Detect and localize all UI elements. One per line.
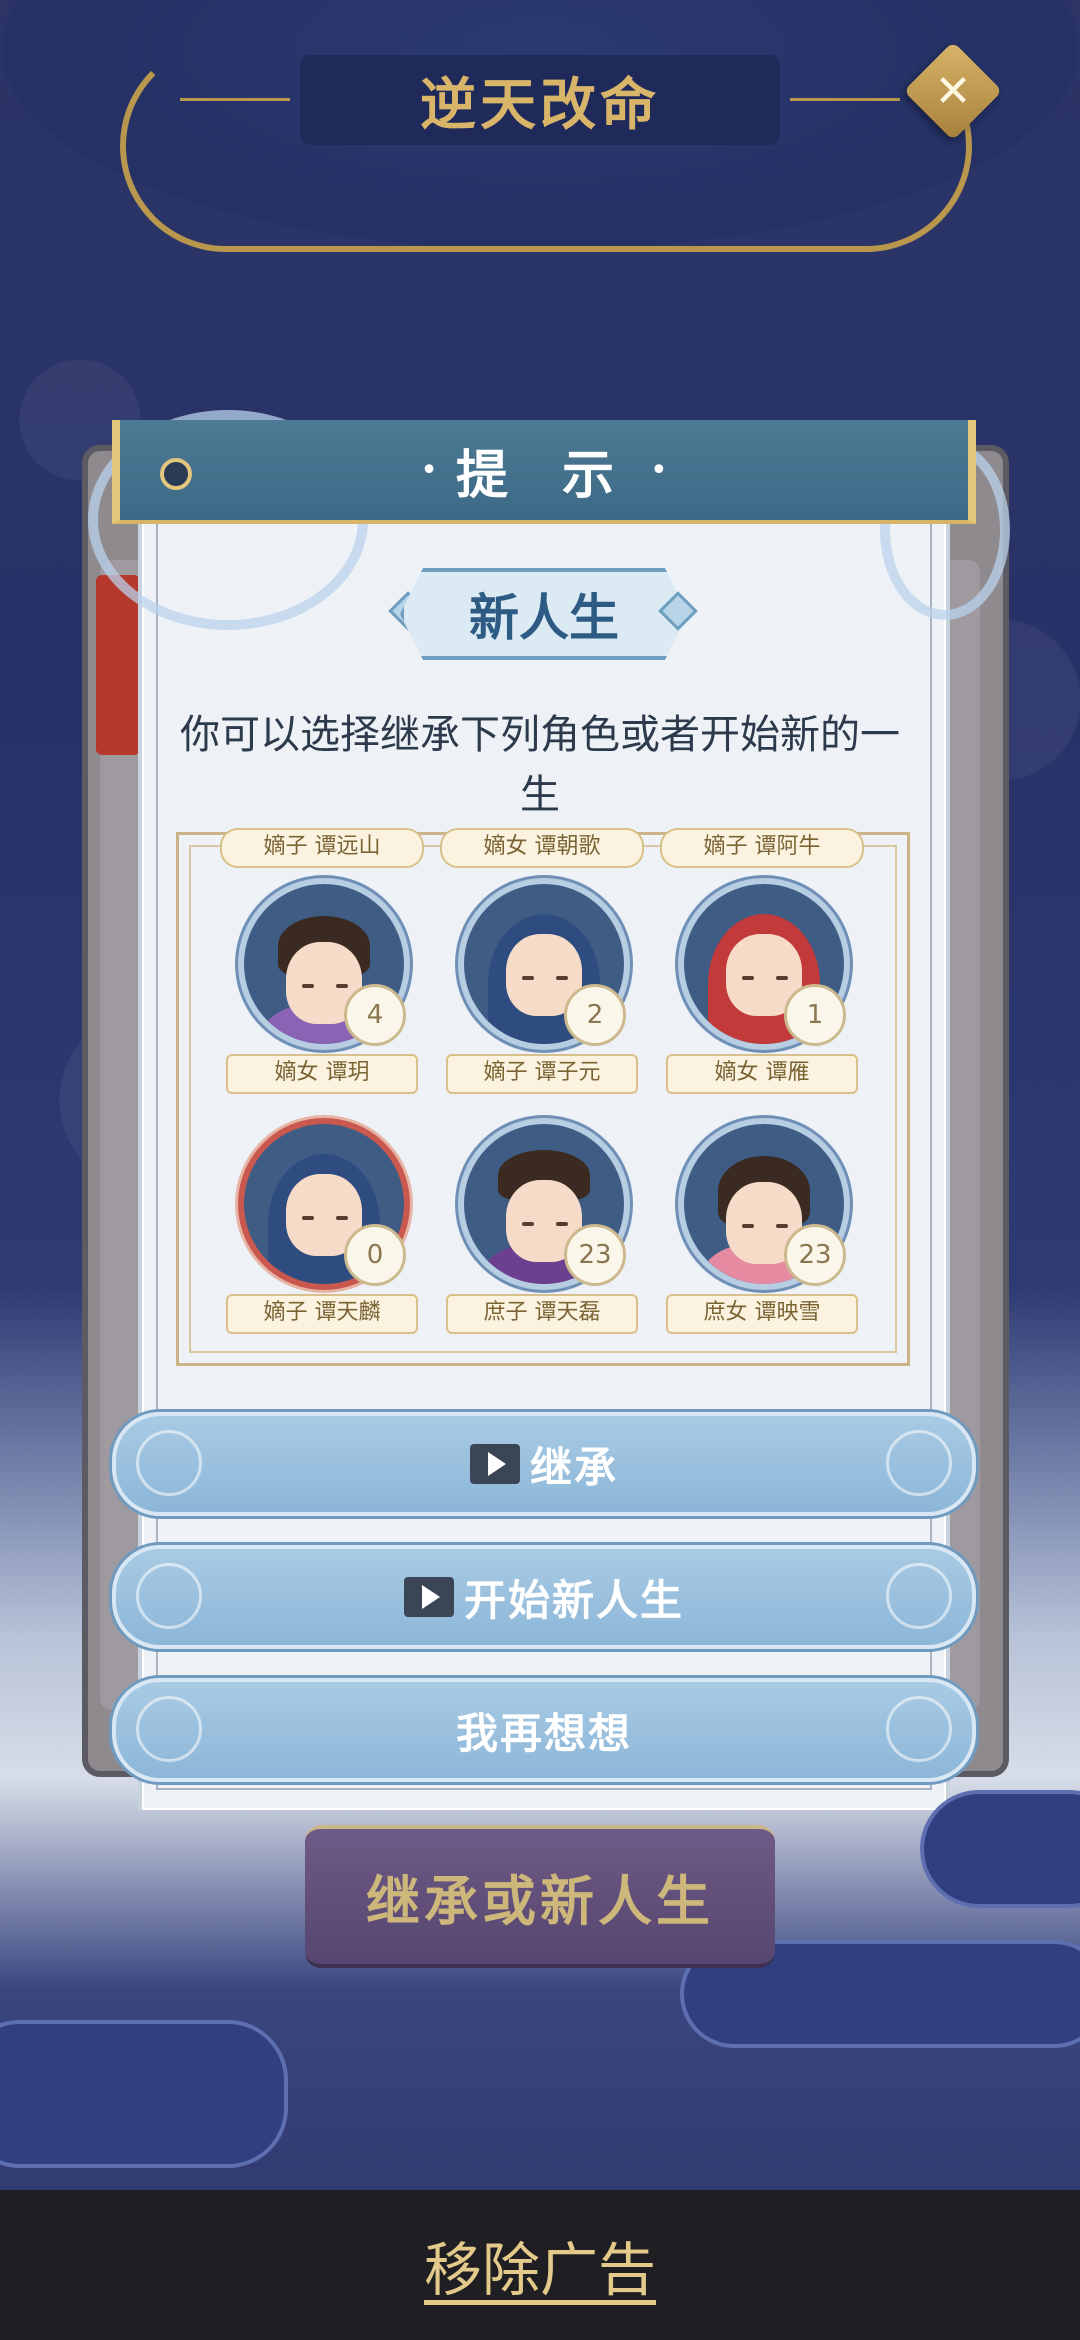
count-badge: 2 [564,984,626,1046]
close-button[interactable]: ✕ [903,41,1003,141]
remove-ads-link[interactable]: 移除广告 [424,2223,656,2307]
main-action-label: 继承或新人生 [366,1870,714,1933]
inherit-button-label: 继承 [529,1442,618,1492]
character-card[interactable]: 嫡子 谭远山 4 嫡女 谭玥 [220,828,424,1094]
character-card[interactable]: 0 嫡子 谭天麟 [220,1072,420,1334]
new-life-button-label: 开始新人生 [463,1575,684,1625]
think-again-button-label: 我再想想 [455,1708,632,1758]
count-badge: 23 [564,1224,626,1286]
video-play-icon [469,1444,520,1484]
header-line-left [180,98,290,101]
character-card[interactable]: 23 庶女 谭映雪 [660,1072,860,1334]
inherit-button[interactable]: 继承 [112,1412,976,1516]
subtitle-badge: 新人生 [400,568,688,660]
video-play-icon [403,1577,454,1617]
dialog-header: • 提 示 • [112,420,976,524]
cloud-decoration [920,1790,1080,1908]
character-name-label: 庶子 谭天磊 [446,1294,638,1334]
count-badge: 4 [344,984,406,1046]
character-top-label: 嫡子 谭远山 [220,828,424,868]
character-card[interactable]: 嫡子 谭阿牛 1 嫡女 谭雁 [660,828,864,1094]
header: 逆天改命 [300,55,780,145]
dialog-message: 你可以选择继承下列角色或者开始新的一生 [180,712,900,818]
close-icon: ✕ [934,65,972,117]
inherit-or-new-life-button[interactable]: 继承或新人生 [305,1825,775,1968]
dialog-subtitle: 新人生 [469,589,619,647]
character-name-label: 庶女 谭映雪 [666,1294,858,1334]
character-card[interactable]: 嫡女 谭朝歌 2 嫡子 谭子元 [440,828,644,1094]
new-life-button[interactable]: 开始新人生 [112,1545,976,1649]
red-side-tab [96,575,140,755]
think-again-button[interactable]: 我再想想 [112,1678,976,1782]
pin-icon [160,458,192,490]
character-name-label: 嫡子 谭天麟 [226,1294,418,1334]
dialog-title: 提 示 [455,445,633,506]
count-badge: 23 [784,1224,846,1286]
character-top-label: 嫡子 谭阿牛 [660,828,864,868]
character-top-label: 嫡女 谭朝歌 [440,828,644,868]
header-line-right [790,98,900,101]
count-badge: 0 [344,1224,406,1286]
dot-icon: • [650,452,668,488]
cloud-decoration [0,2020,288,2168]
character-card[interactable]: 23 庶子 谭天磊 [440,1072,640,1334]
page-title: 逆天改命 [420,72,660,138]
count-badge: 1 [784,984,846,1046]
dot-icon: • [420,452,438,488]
ad-bar: 移除广告 [0,2190,1080,2340]
